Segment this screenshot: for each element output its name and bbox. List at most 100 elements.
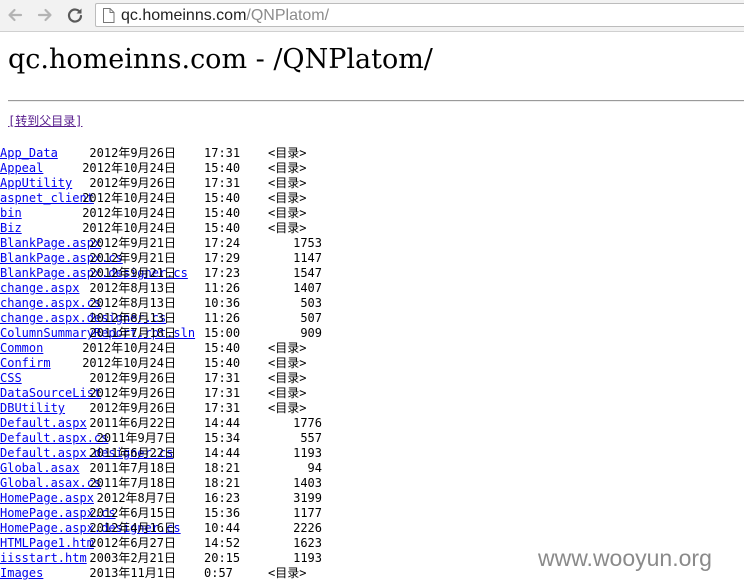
directory-link[interactable]: aspnet_client — [0, 191, 94, 205]
entry-date: 2012年9月26日 — [89, 401, 176, 415]
address-bar[interactable]: qc.homeinns.com/QNPlatom/ — [95, 3, 744, 27]
entry-time: 15:40 — [204, 341, 241, 355]
entry-time: 17:29 — [204, 251, 241, 265]
entry-date: 2012年10月24日 — [82, 206, 176, 220]
entry-date: 2012年9月21日 — [89, 236, 176, 250]
listing-row: 2011年7月18日 15:00 909 ColumnSummaryReport.rp… — [0, 326, 744, 341]
entry-date: 2012年10月24日 — [82, 161, 176, 175]
entry-size: 1403 — [293, 476, 322, 490]
entry-date: 2012年9月21日 — [89, 251, 176, 265]
entry-size: 507 — [300, 311, 322, 325]
listing-row: 2012年10月24日 15:40 <目录> Common — [0, 341, 744, 356]
reload-icon — [67, 8, 83, 23]
parent-directory-link[interactable]: [转到父目录] — [8, 114, 82, 129]
entry-time: 0:57 — [204, 566, 233, 580]
url-path: /QNPlatom/ — [246, 7, 330, 24]
dir-marker: <目录> — [268, 401, 307, 415]
file-link[interactable]: Default.aspx.cs — [0, 431, 108, 445]
entry-time: 10:44 — [204, 521, 241, 535]
file-link[interactable]: Default.aspx — [0, 416, 87, 430]
directory-link[interactable]: Biz — [0, 221, 22, 235]
directory-listing: 2012年9月26日 17:31 <目录> App_Data 2012年10月24日 15… — [0, 146, 744, 581]
directory-link[interactable]: Confirm — [0, 356, 51, 370]
entry-time: 10:36 — [204, 296, 241, 310]
entry-time: 17:31 — [204, 371, 241, 385]
directory-link[interactable]: bin — [0, 206, 22, 220]
file-link[interactable]: Global.asax — [0, 461, 79, 475]
back-button[interactable] — [4, 4, 26, 26]
listing-row: 2012年8月13日 11:26 1407 change.aspx — [0, 281, 744, 296]
dir-marker: <目录> — [268, 371, 307, 385]
browser-toolbar: qc.homeinns.com/QNPlatom/ — [0, 0, 744, 32]
entry-date: 2012年10月24日 — [82, 221, 176, 235]
page-title: qc.homeinns.com - /QNPlatom/ — [8, 44, 433, 75]
directory-link[interactable]: AppUtility — [0, 176, 72, 190]
directory-link[interactable]: DataSourceList — [0, 386, 101, 400]
listing-row: 2011年7月18日 18:21 94 Global.asax — [0, 461, 744, 476]
listing-row: 2012年9月26日 17:31 <目录> AppUtility — [0, 176, 744, 191]
listing-row: 2012年8月13日 11:26 507 change.aspx.designer.c… — [0, 311, 744, 326]
entry-date: 2011年6月22日 — [89, 446, 176, 460]
file-link[interactable]: iisstart.htm — [0, 551, 87, 565]
entry-time: 15:40 — [204, 221, 241, 235]
directory-link[interactable]: Common — [0, 341, 43, 355]
entry-size: 1147 — [293, 251, 322, 265]
listing-row: 2012年10月24日 15:40 <目录> Confirm — [0, 356, 744, 371]
divider — [8, 100, 744, 102]
dir-marker: <目录> — [268, 386, 307, 400]
entry-date: 2011年7月18日 — [89, 326, 176, 340]
listing-row: 2012年6月15日 15:36 1177 HomePage.aspx.cs — [0, 506, 744, 521]
directory-link[interactable]: CSS — [0, 371, 22, 385]
entry-date: 2012年8月13日 — [89, 296, 176, 310]
directory-link[interactable]: Appeal — [0, 161, 43, 175]
entry-time: 18:21 — [204, 461, 241, 475]
listing-row: 2011年6月22日 14:44 1193 Default.aspx.designer… — [0, 446, 744, 461]
directory-link[interactable]: Images — [0, 566, 43, 580]
listing-row: 2012年9月21日 17:29 1147 BlankPage.aspx.cs — [0, 251, 744, 266]
file-link[interactable]: BlankPage.aspx — [0, 236, 101, 250]
listing-row: 2012年10月24日 15:40 <目录> bin — [0, 206, 744, 221]
entry-date: 2012年8月7日 — [96, 491, 176, 505]
entry-time: 17:31 — [204, 176, 241, 190]
entry-time: 15:34 — [204, 431, 241, 445]
entry-date: 2012年8月13日 — [89, 311, 176, 325]
file-link[interactable]: change.aspx — [0, 281, 79, 295]
listing-row: 2012年8月7日 16:23 3199 HomePage.aspx — [0, 491, 744, 506]
file-link[interactable]: Global.asax.cs — [0, 476, 101, 490]
entry-date: 2012年9月26日 — [89, 176, 176, 190]
listing-row: 2012年9月26日 17:31 <目录> CSS — [0, 371, 744, 386]
entry-time: 17:24 — [204, 236, 241, 250]
entry-date: 2012年9月26日 — [89, 146, 176, 160]
file-link[interactable]: HomePage.aspx — [0, 491, 94, 505]
entry-time: 14:44 — [204, 416, 241, 430]
listing-row: 2012年9月26日 17:31 <目录> DBUtility — [0, 401, 744, 416]
listing-row: 2012年8月13日 10:36 503 change.aspx.cs — [0, 296, 744, 311]
entry-size: 503 — [300, 296, 322, 310]
entry-date: 2012年9月26日 — [89, 386, 176, 400]
directory-link[interactable]: App_Data — [0, 146, 58, 160]
dir-marker: <目录> — [268, 191, 307, 205]
file-link[interactable]: change.aspx.cs — [0, 296, 101, 310]
entry-date: 2012年9月21日 — [89, 266, 176, 280]
dir-marker: <目录> — [268, 221, 307, 235]
watermark: www.wooyun.org — [538, 545, 712, 571]
entry-time: 14:52 — [204, 536, 241, 550]
entry-time: 16:23 — [204, 491, 241, 505]
entry-date: 2011年9月7日 — [96, 431, 176, 445]
entry-date: 2012年10月24日 — [82, 341, 176, 355]
listing-row: 2011年9月7日 15:34 557 Default.aspx.cs — [0, 431, 744, 446]
entry-time: 11:26 — [204, 281, 241, 295]
entry-date: 2012年4月16日 — [89, 521, 176, 535]
entry-date: 2012年9月26日 — [89, 371, 176, 385]
entry-size: 1407 — [293, 281, 322, 295]
entry-date: 2012年8月13日 — [89, 281, 176, 295]
directory-link[interactable]: DBUtility — [0, 401, 65, 415]
entry-time: 11:26 — [204, 311, 241, 325]
dir-marker: <目录> — [268, 206, 307, 220]
entry-date: 2012年6月27日 — [89, 536, 176, 550]
forward-button[interactable] — [34, 4, 56, 26]
reload-button[interactable] — [64, 4, 86, 26]
entry-size: 3199 — [293, 491, 322, 505]
file-link[interactable]: HTMLPage1.htm — [0, 536, 94, 550]
entry-time: 15:40 — [204, 191, 241, 205]
